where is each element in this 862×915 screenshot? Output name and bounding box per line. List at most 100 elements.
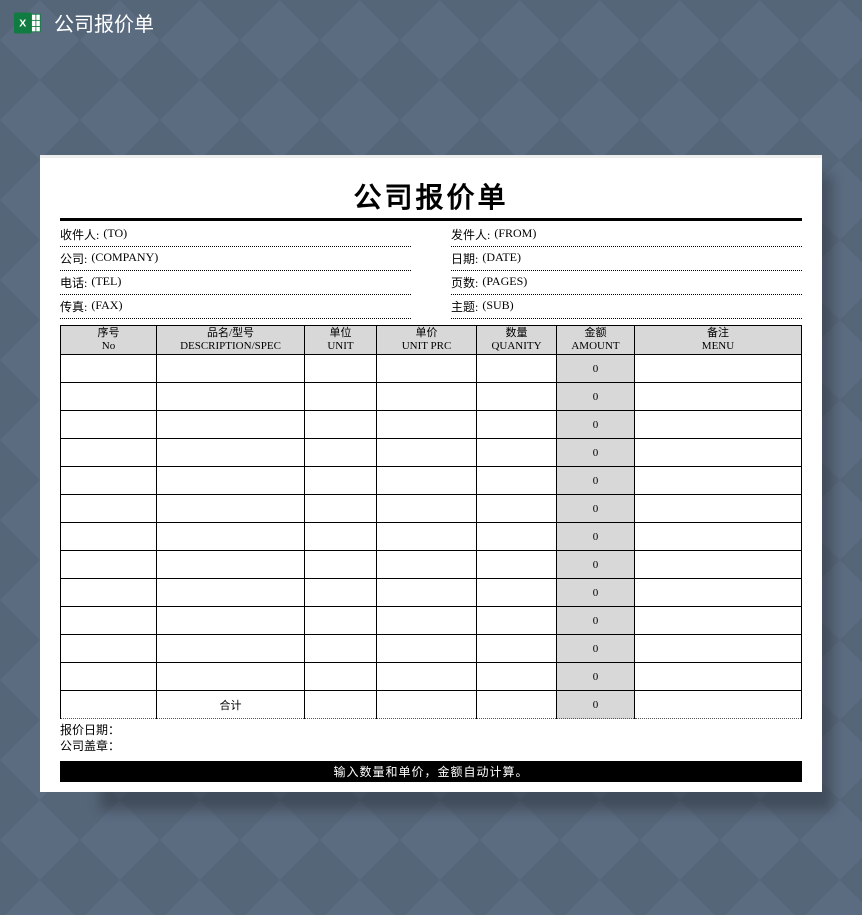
col-header-amt: 金额AMOUNT: [557, 326, 635, 355]
cell-no: [61, 551, 157, 579]
info-to: 收件人: (TO): [60, 223, 411, 247]
cell-amt: 0: [557, 411, 635, 439]
cell-no: [61, 411, 157, 439]
excel-icon: X: [14, 9, 42, 37]
cell-amt: 0: [557, 355, 635, 383]
table-row: 0: [61, 355, 802, 383]
cell-desc: [157, 579, 305, 607]
cell-qty: [477, 663, 557, 691]
table-row: 0: [61, 495, 802, 523]
table-row: 0: [61, 635, 802, 663]
info-tel: 电话: (TEL): [60, 271, 411, 295]
info-label: 日期:: [451, 250, 478, 267]
table-row: 0: [61, 607, 802, 635]
cell-unit: [305, 467, 377, 495]
cell-uprc: [377, 635, 477, 663]
cell-menu: [635, 439, 802, 467]
cell-menu: [635, 579, 802, 607]
cell-menu: [635, 411, 802, 439]
col-header-no: 序号No: [61, 326, 157, 355]
col-l2: AMOUNT: [571, 340, 619, 352]
cell-desc: [157, 523, 305, 551]
cell-amt: 0: [557, 467, 635, 495]
cell-amt: 0: [557, 663, 635, 691]
cell-menu: [635, 383, 802, 411]
cell-unit: [305, 635, 377, 663]
table-row: 0: [61, 663, 802, 691]
cell-amt: 0: [557, 383, 635, 411]
col-l2: DESCRIPTION/SPEC: [180, 340, 281, 352]
cell-desc: [157, 607, 305, 635]
info-company: 公司: (COMPANY): [60, 247, 411, 271]
cell-menu: [635, 551, 802, 579]
table-body: 000000000000合计0: [61, 355, 802, 719]
col-l1: 金额: [585, 327, 607, 339]
cell-amt: 0: [557, 551, 635, 579]
document: 公司报价单 收件人: (TO) 发件人: (FROM) 公司: (COMPANY…: [40, 155, 822, 792]
cell-no: [61, 523, 157, 551]
footer-lines: 报价日期： 公司盖章：: [60, 723, 802, 754]
cell-menu: [635, 355, 802, 383]
cell-qty: [477, 439, 557, 467]
cell-qty: [477, 551, 557, 579]
cell-menu: [635, 663, 802, 691]
info-label: 传真:: [60, 298, 87, 315]
cell-unit: [305, 355, 377, 383]
col-l2: MENU: [702, 340, 734, 352]
cell-unit: [305, 383, 377, 411]
sum-empty: [377, 691, 477, 719]
col-header-unit: 单位UNIT: [305, 326, 377, 355]
cell-amt: 0: [557, 495, 635, 523]
cell-uprc: [377, 355, 477, 383]
cell-menu: [635, 495, 802, 523]
col-header-desc: 品名/型号DESCRIPTION/SPEC: [157, 326, 305, 355]
info-pages: 页数: (PAGES): [451, 271, 802, 295]
cell-amt: 0: [557, 635, 635, 663]
cell-uprc: [377, 411, 477, 439]
cell-unit: [305, 439, 377, 467]
footer-company-seal: 公司盖章：: [60, 739, 802, 755]
cell-no: [61, 607, 157, 635]
cell-no: [61, 635, 157, 663]
footer-quote-date: 报价日期：: [60, 723, 802, 739]
info-label: 收件人:: [60, 226, 99, 243]
cell-qty: [477, 467, 557, 495]
cell-no: [61, 383, 157, 411]
cell-no: [61, 579, 157, 607]
cell-amt: 0: [557, 579, 635, 607]
cell-amt: 0: [557, 439, 635, 467]
cell-amt: 0: [557, 607, 635, 635]
cell-desc: [157, 663, 305, 691]
info-value: (COMPANY): [91, 250, 158, 267]
table-head: 序号No 品名/型号DESCRIPTION/SPEC 单位UNIT 单价UNIT…: [61, 326, 802, 355]
cell-unit: [305, 663, 377, 691]
cell-qty: [477, 579, 557, 607]
sum-empty: [305, 691, 377, 719]
app-header: X 公司报价单: [0, 0, 862, 55]
col-header-qty: 数量QUANITY: [477, 326, 557, 355]
info-value: (FAX): [91, 298, 122, 315]
sum-empty: [61, 691, 157, 719]
sum-empty: [477, 691, 557, 719]
cell-desc: [157, 411, 305, 439]
col-l2: UNIT PRC: [402, 340, 452, 352]
info-fax: 传真: (FAX): [60, 295, 411, 319]
cell-desc: [157, 635, 305, 663]
cell-unit: [305, 551, 377, 579]
cell-uprc: [377, 663, 477, 691]
cell-desc: [157, 495, 305, 523]
cell-uprc: [377, 551, 477, 579]
info-label: 页数:: [451, 274, 478, 291]
cell-desc: [157, 439, 305, 467]
col-l2: QUANITY: [491, 340, 541, 352]
info-sub: 主题: (SUB): [451, 295, 802, 319]
app-title: 公司报价单: [54, 8, 154, 37]
info-value: (PAGES): [482, 274, 527, 291]
cell-qty: [477, 383, 557, 411]
table-row: 0: [61, 439, 802, 467]
col-l2: No: [102, 340, 115, 352]
col-l1: 单价: [416, 327, 438, 339]
info-label: 主题:: [451, 298, 478, 315]
info-value: (TO): [103, 226, 127, 243]
cell-unit: [305, 523, 377, 551]
